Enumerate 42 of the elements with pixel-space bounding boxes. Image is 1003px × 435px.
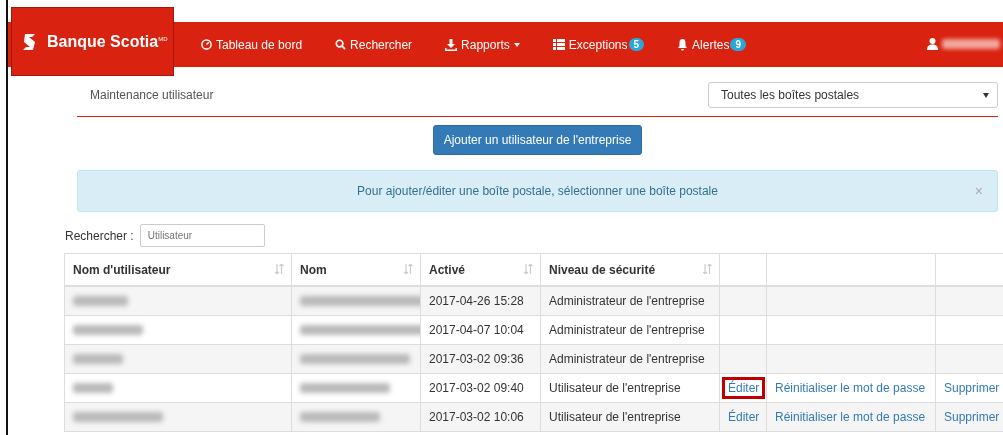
search-label: Rechercher : (65, 228, 134, 243)
redacted-text (73, 383, 113, 393)
table-cell: 2017-03-02 09:40 (420, 373, 541, 403)
count-badge: 5 (628, 38, 645, 51)
brand-name: Banque Scotia$^{MD}$ (47, 32, 168, 51)
list-icon (552, 39, 565, 50)
redacted-text (73, 354, 123, 364)
count-badge: 9 (730, 38, 746, 51)
search-field[interactable]: Utilisateur (139, 224, 265, 247)
caret-icon (983, 92, 989, 98)
table-cell: 2017-03-02 09:36 (420, 344, 541, 374)
add-user-button[interactable]: Ajouter un utilisateur de l'entreprise (432, 125, 643, 155)
redacted-text (73, 325, 143, 335)
nav-link[interactable]: Exceptions 5 (552, 37, 645, 52)
table-cell: 2017-04-26 15:28 (420, 286, 541, 316)
sort-icon[interactable] (404, 264, 413, 274)
table-cell: 2017-03-02 10:06 (420, 402, 541, 432)
brand-logo[interactable]: Banque Scotia$^{MD}$ (12, 8, 173, 75)
table-cell: 2017-04-07 10:04 (420, 315, 541, 345)
page-title: Maintenance utilisateur (90, 88, 214, 102)
table-cell: Administrateur de l'entreprise (540, 344, 720, 374)
sort-icon[interactable] (275, 264, 284, 274)
download-icon (445, 38, 458, 51)
alert-message: Pour ajouter/éditer une boîte postale, sélectionner une boîte postale (357, 184, 718, 198)
nav-link[interactable]: Alertes 9 (677, 37, 746, 52)
nav-link[interactable]: Rapports (445, 37, 520, 52)
user-icon[interactable] (927, 38, 938, 50)
bell-icon (677, 38, 689, 51)
action-link[interactable]: Éditer (722, 377, 766, 399)
sort-icon[interactable] (703, 264, 712, 274)
table-cell: Utilisateur de l'entreprise (540, 373, 720, 403)
redacted-user-name (942, 39, 1000, 49)
search-icon (335, 39, 347, 50)
sort-icon[interactable] (524, 264, 533, 274)
mailbox-dropdown[interactable]: Toutes les boîtes postales (708, 82, 998, 108)
nav-link[interactable]: Rechercher (335, 37, 413, 52)
gauge-icon (201, 39, 212, 50)
table-cell: Utilisateur de l'entreprise (540, 402, 720, 432)
redacted-text (73, 296, 128, 306)
table-cell: Administrateur de l'entreprise (540, 315, 720, 345)
nav-link[interactable]: Tableau de bord (201, 37, 303, 52)
table-cell: Administrateur de l'entreprise (540, 286, 720, 316)
